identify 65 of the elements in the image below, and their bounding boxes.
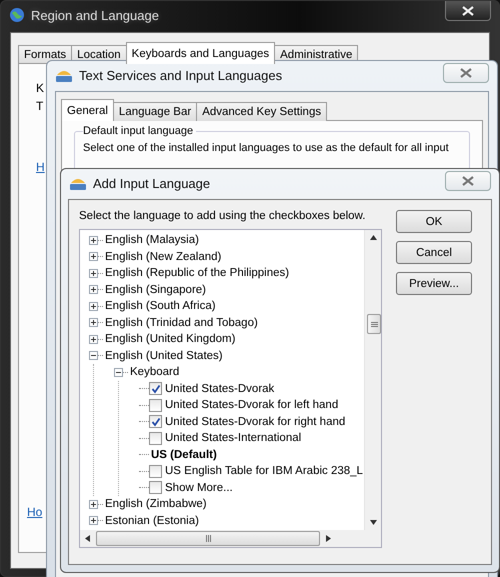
expand-icon[interactable] bbox=[89, 285, 98, 294]
window-title: Add Input Language bbox=[93, 176, 210, 190]
close-button[interactable] bbox=[445, 1, 491, 21]
tree-item[interactable]: Keyboard bbox=[130, 366, 180, 378]
group-title: Default input language bbox=[83, 125, 196, 137]
checkbox[interactable] bbox=[149, 432, 162, 445]
label: T bbox=[36, 99, 44, 113]
vertical-scrollbar[interactable] bbox=[364, 230, 381, 530]
collapse-icon[interactable] bbox=[89, 351, 98, 360]
grip-icon bbox=[204, 535, 212, 542]
expand-icon[interactable] bbox=[89, 318, 98, 328]
tree-item[interactable]: English (South Africa) bbox=[105, 300, 216, 312]
collapse-icon[interactable] bbox=[114, 368, 123, 377]
tree-item[interactable]: English (Singapore) bbox=[105, 284, 206, 296]
checkbox[interactable] bbox=[149, 481, 162, 494]
expand-icon[interactable] bbox=[89, 302, 98, 311]
tree-item[interactable]: English (United Kingdom) bbox=[105, 333, 236, 346]
expand-icon[interactable] bbox=[89, 236, 98, 245]
tree-item[interactable]: US English Table for IBM Arabic 238_L bbox=[165, 465, 363, 478]
scroll-right-icon[interactable] bbox=[326, 535, 331, 542]
grip-icon bbox=[370, 320, 378, 328]
dialog-button[interactable]: Cancel bbox=[396, 241, 472, 264]
tree-item[interactable]: English (New Zealand) bbox=[105, 250, 222, 263]
checkbox[interactable] bbox=[149, 464, 162, 478]
scroll-up-icon[interactable] bbox=[370, 235, 376, 240]
checkbox[interactable] bbox=[149, 398, 162, 412]
scroll-left-icon[interactable] bbox=[85, 535, 90, 542]
close-icon bbox=[462, 6, 474, 16]
checkbox[interactable] bbox=[149, 382, 162, 396]
dialog-button[interactable]: Preview... bbox=[396, 272, 472, 295]
help-link[interactable]: H bbox=[36, 160, 45, 174]
tab[interactable]: Language Bar bbox=[112, 102, 198, 121]
tree-item[interactable]: English (Malaysia) bbox=[105, 234, 199, 246]
globe-icon bbox=[9, 7, 25, 23]
tree-item[interactable]: English (United States) bbox=[105, 350, 223, 362]
tab[interactable]: General bbox=[61, 99, 114, 121]
tree-item: US (Default) bbox=[151, 448, 217, 461]
close-icon bbox=[460, 68, 472, 78]
description-text: Select one of the installed input languages to use as the default for all input bbox=[83, 142, 450, 155]
scroll-thumb[interactable] bbox=[367, 314, 381, 334]
scroll-thumb[interactable] bbox=[96, 531, 320, 546]
expand-icon[interactable] bbox=[89, 516, 98, 526]
tree-item[interactable]: United States-Dvorak for left hand bbox=[165, 399, 338, 412]
tree-item[interactable]: English (Trinidad and Tobago) bbox=[105, 316, 258, 329]
window-title: Region and Language bbox=[31, 8, 159, 22]
expand-icon[interactable] bbox=[89, 500, 98, 509]
tree-item[interactable]: United States-Dvorak bbox=[165, 382, 274, 395]
tab[interactable]: Advanced Key Settings bbox=[196, 102, 328, 121]
dialog-button[interactable]: OK bbox=[396, 210, 472, 233]
expand-icon[interactable] bbox=[89, 334, 98, 344]
tree-item[interactable]: English (Republic of the Philippines) bbox=[105, 267, 290, 280]
help-link[interactable]: Ho bbox=[27, 505, 42, 519]
tree-item[interactable]: Show More... bbox=[165, 482, 233, 494]
tree-item[interactable]: United States-Dvorak for right hand bbox=[165, 416, 346, 428]
label: K bbox=[36, 81, 44, 95]
close-icon bbox=[462, 176, 474, 186]
instruction-text: Select the language to add using the checkboxes below. bbox=[79, 210, 366, 222]
window-title: Text Services and Input Languages bbox=[79, 68, 282, 82]
tab[interactable]: Keyboards and Languages bbox=[126, 42, 276, 64]
expand-icon[interactable] bbox=[89, 268, 98, 278]
checkbox[interactable] bbox=[149, 415, 162, 428]
tree-item[interactable]: Estonian (Estonia) bbox=[105, 514, 199, 527]
tree-item[interactable]: United States-International bbox=[165, 432, 302, 444]
expand-icon[interactable] bbox=[89, 252, 98, 262]
tree-item[interactable]: English (Zimbabwe) bbox=[105, 498, 207, 510]
